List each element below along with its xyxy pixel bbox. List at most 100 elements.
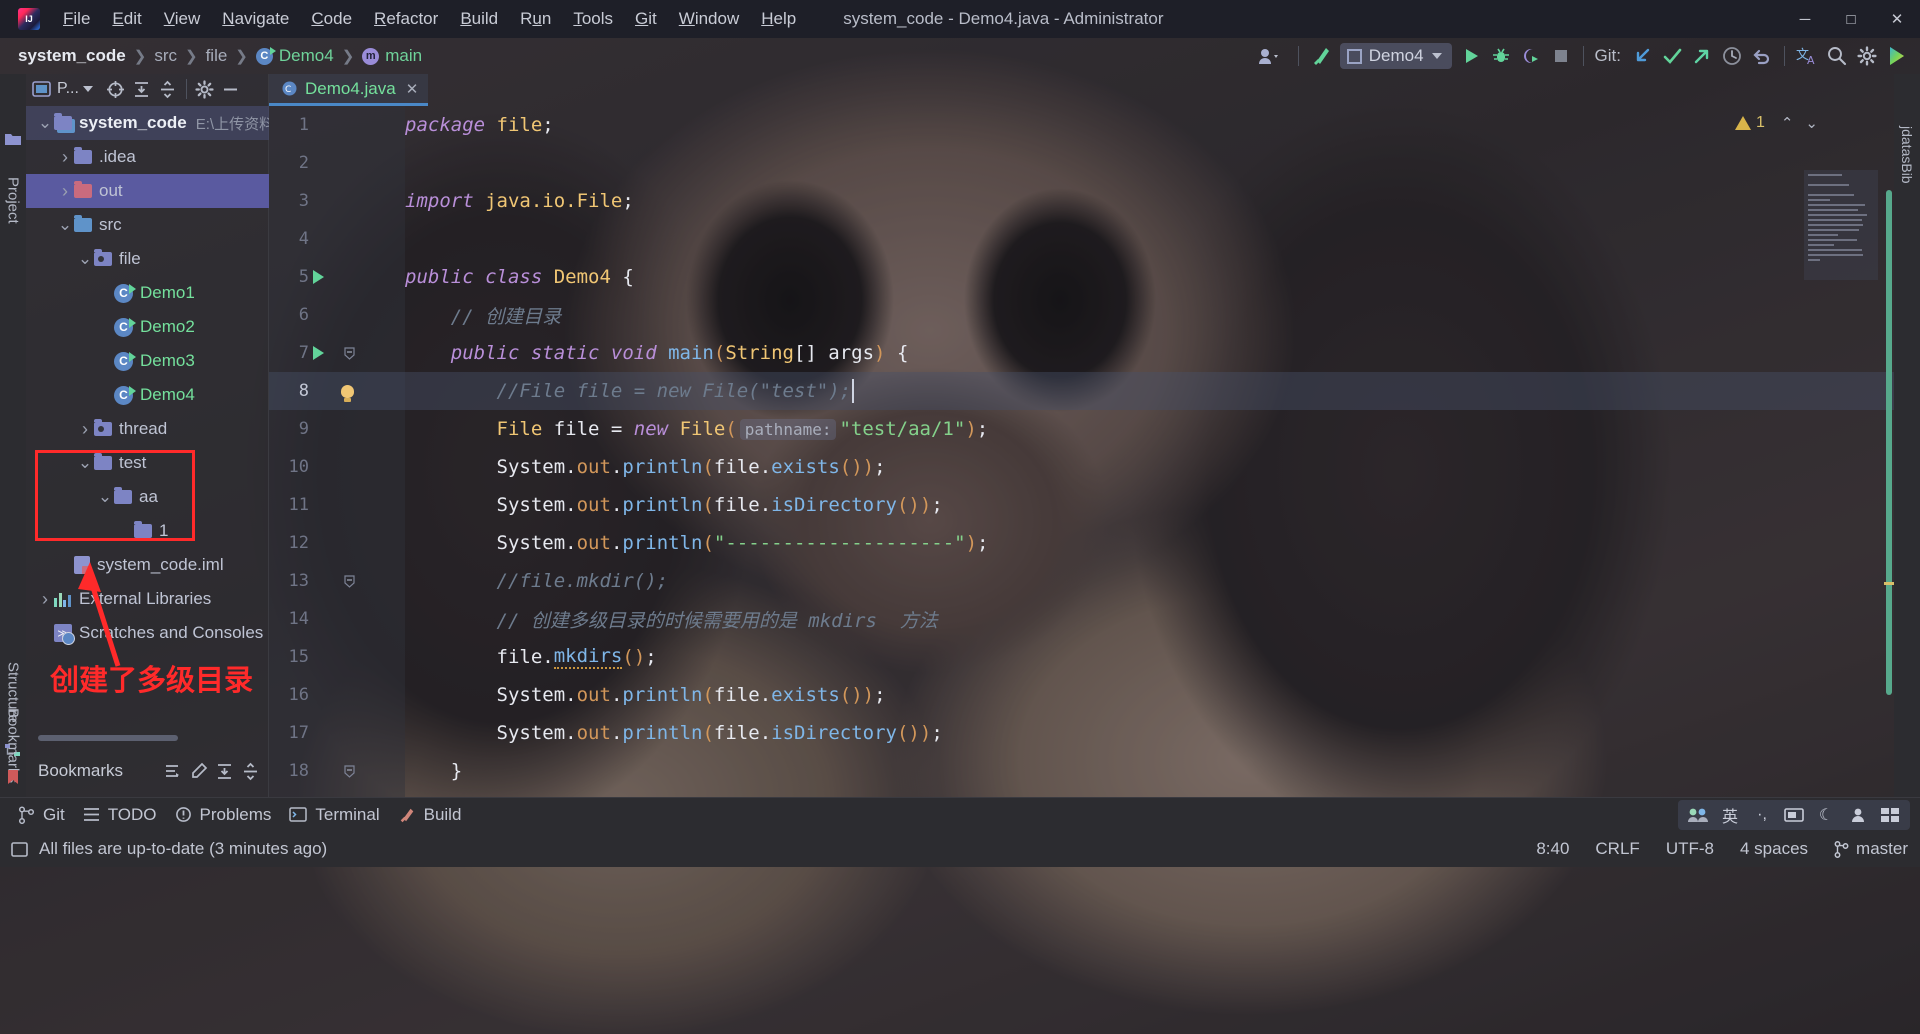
expand-all-icon[interactable] bbox=[211, 758, 237, 784]
panel-settings-gear-icon[interactable] bbox=[192, 76, 218, 102]
event-log-icon[interactable] bbox=[10, 840, 29, 859]
ime-punctuation-icon[interactable]: ·, bbox=[1748, 803, 1776, 827]
code-line[interactable]: 8 //File file = new File("test"); bbox=[269, 372, 1920, 410]
git-branch-widget[interactable]: master bbox=[1834, 839, 1908, 859]
settings-gear-icon[interactable] bbox=[1852, 41, 1882, 71]
git-rollback-undo-icon[interactable] bbox=[1747, 41, 1777, 71]
gutter-fold-icon[interactable] bbox=[344, 334, 355, 372]
git-update-project-icon[interactable] bbox=[1627, 41, 1657, 71]
gutter-run-icon[interactable] bbox=[313, 258, 324, 296]
run-configuration-selector[interactable]: Demo4 bbox=[1339, 43, 1452, 69]
code-line[interactable]: 9 File file = new File(pathname: "test/aa… bbox=[269, 410, 1920, 448]
tree-item-demo4[interactable]: C Demo4 bbox=[26, 378, 269, 412]
tree-item--idea[interactable]: › .idea bbox=[26, 140, 269, 174]
tree-item-src[interactable]: ⌄ src bbox=[26, 208, 269, 242]
code-editor[interactable]: 1 package file; 2 3 import java.io.File; 4 5 pu… bbox=[269, 106, 1920, 797]
menu-item-refactor[interactable]: Refactor bbox=[363, 5, 449, 33]
tree-item-thread[interactable]: › thread bbox=[26, 412, 269, 446]
editor-scrollbar-thumb[interactable] bbox=[1886, 190, 1892, 695]
user-account-icon[interactable] bbox=[1247, 41, 1291, 71]
run-with-coverage-icon[interactable] bbox=[1516, 41, 1546, 71]
code-line[interactable]: 2 bbox=[269, 144, 1920, 182]
editor-scrollbar[interactable] bbox=[1884, 170, 1896, 871]
hide-panel-icon[interactable] bbox=[218, 76, 244, 102]
code-line[interactable]: 15 file. mkdirs(); bbox=[269, 638, 1920, 676]
chevron-down-icon[interactable]: ⌄ bbox=[36, 113, 54, 133]
sidebar-item-jdatabase[interactable]: jdatasBib bbox=[1894, 100, 1920, 210]
menu-item-code[interactable]: Code bbox=[300, 5, 363, 33]
ime-moon-icon[interactable]: ☾ bbox=[1812, 803, 1840, 827]
code-line[interactable]: 3 import java.io.File; bbox=[269, 182, 1920, 220]
close-icon[interactable]: ✕ bbox=[406, 80, 419, 98]
gutter-run-icon[interactable] bbox=[313, 334, 324, 372]
colored-plugin-icon[interactable] bbox=[1882, 41, 1912, 71]
close-button[interactable]: ✕ bbox=[1874, 0, 1920, 38]
tree-item-demo1[interactable]: C Demo1 bbox=[26, 276, 269, 310]
code-line[interactable]: 4 bbox=[269, 220, 1920, 258]
ime-keyboard-icon[interactable] bbox=[1876, 803, 1904, 827]
chevron-up-icon[interactable]: ⌃ bbox=[1781, 114, 1794, 132]
code-line[interactable]: 12 System. out. println("-----------------… bbox=[269, 524, 1920, 562]
menu-item-navigate[interactable]: Navigate bbox=[211, 5, 300, 33]
code-line[interactable]: 7 public static void main(String[] args)… bbox=[269, 334, 1920, 372]
tree-item-aa[interactable]: ⌄ aa bbox=[26, 480, 269, 514]
locate-target-icon[interactable] bbox=[103, 76, 129, 102]
code-line[interactable]: 1 package file; bbox=[269, 106, 1920, 144]
menu-item-build[interactable]: Build bbox=[449, 5, 509, 33]
menu-item-view[interactable]: View bbox=[153, 5, 212, 33]
code-line[interactable]: 17 System. out. println(file. isDirectory()… bbox=[269, 714, 1920, 752]
tree-item-out[interactable]: › out bbox=[26, 174, 269, 208]
project-view-selector[interactable]: P... bbox=[32, 80, 93, 98]
chevron-down-icon[interactable]: ⌄ bbox=[96, 487, 114, 507]
chevron-right-icon[interactable]: › bbox=[76, 419, 94, 440]
code-line[interactable]: 6 // 创建目录 bbox=[269, 296, 1920, 334]
collapse-all-icon[interactable] bbox=[237, 758, 263, 784]
translate-icon[interactable]: 文A bbox=[1792, 41, 1822, 71]
git-commit-checkmark-icon[interactable] bbox=[1657, 41, 1687, 71]
code-line[interactable]: 18 } bbox=[269, 752, 1920, 790]
stop-icon[interactable] bbox=[1546, 41, 1576, 71]
code-line[interactable]: 14 // 创建多级目录的时候需要用的是 mkdirs 方法 bbox=[269, 600, 1920, 638]
breadcrumb-item-system_code[interactable]: system_code bbox=[18, 46, 126, 66]
caret-position[interactable]: 8:40 bbox=[1536, 839, 1569, 859]
git-push-icon[interactable] bbox=[1687, 41, 1717, 71]
tree-item-test[interactable]: ⌄ test bbox=[26, 446, 269, 480]
chevron-down-icon[interactable]: ⌄ bbox=[76, 453, 94, 473]
chevron-down-icon[interactable]: ⌄ bbox=[1805, 114, 1818, 132]
maximize-button[interactable]: □ bbox=[1828, 0, 1874, 38]
project-horizontal-scrollbar[interactable] bbox=[38, 735, 178, 741]
build-hammer-icon[interactable] bbox=[1306, 41, 1336, 71]
menu-item-file[interactable]: File bbox=[52, 5, 101, 33]
menu-item-git[interactable]: Git bbox=[624, 5, 668, 33]
menu-item-tools[interactable]: Tools bbox=[562, 5, 624, 33]
gutter-fold-icon[interactable] bbox=[344, 752, 355, 790]
expand-all-icon[interactable] bbox=[129, 76, 155, 102]
bottom-bar-item-terminal[interactable]: Terminal bbox=[289, 805, 380, 825]
tree-item-demo2[interactable]: C Demo2 bbox=[26, 310, 269, 344]
chevron-right-icon[interactable]: › bbox=[56, 147, 74, 168]
gutter-intention-bulb-icon[interactable] bbox=[341, 372, 354, 410]
line-separator[interactable]: CRLF bbox=[1595, 839, 1639, 859]
code-line[interactable]: 5 public class Demo4 { bbox=[269, 258, 1920, 296]
breadcrumb-item-main[interactable]: m main bbox=[362, 46, 422, 66]
menu-item-help[interactable]: Help bbox=[750, 5, 807, 33]
edit-icon[interactable] bbox=[185, 758, 211, 784]
file-encoding[interactable]: UTF-8 bbox=[1666, 839, 1714, 859]
tree-item-demo3[interactable]: C Demo3 bbox=[26, 344, 269, 378]
inspections-widget[interactable]: 1 ⌃ ⌄ bbox=[1734, 114, 1824, 132]
code-line[interactable]: 16 System. out. println(file. exists()); bbox=[269, 676, 1920, 714]
minimize-button[interactable]: ─ bbox=[1782, 0, 1828, 38]
debug-bug-icon[interactable] bbox=[1486, 41, 1516, 71]
chevron-right-icon[interactable]: › bbox=[56, 181, 74, 202]
code-line[interactable]: 10 System. out. println(file. exists()); bbox=[269, 448, 1920, 486]
chevron-right-icon[interactable]: › bbox=[36, 589, 54, 610]
editor-minimap[interactable] bbox=[1804, 170, 1878, 280]
breadcrumb-item-file[interactable]: file bbox=[206, 46, 228, 66]
indent-setting[interactable]: 4 spaces bbox=[1740, 839, 1808, 859]
collapse-all-icon[interactable] bbox=[155, 76, 181, 102]
users-icon[interactable] bbox=[1684, 803, 1712, 827]
breadcrumb-item-src[interactable]: src bbox=[154, 46, 177, 66]
code-line[interactable]: 13 //file.mkdir(); bbox=[269, 562, 1920, 600]
chevron-down-icon[interactable]: ⌄ bbox=[56, 215, 74, 235]
chevron-down-icon[interactable]: ⌄ bbox=[76, 249, 94, 269]
